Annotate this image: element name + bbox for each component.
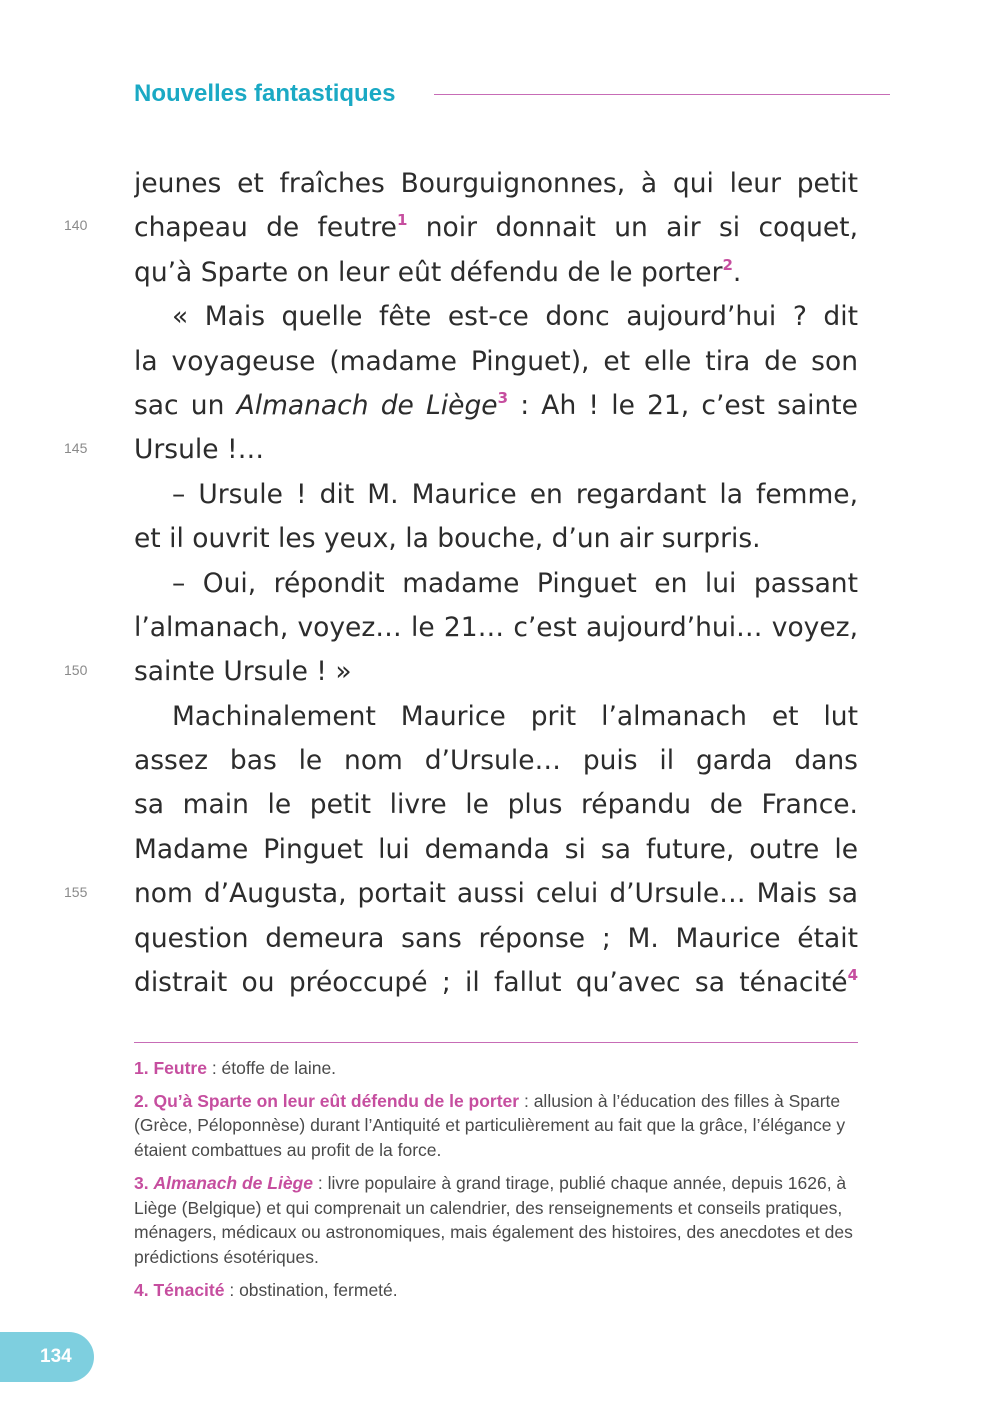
text-line: sa main le petit livre le plus répandu d… — [134, 789, 858, 821]
line-number-145: 145 — [64, 440, 88, 456]
footnote-marker: 2 — [722, 255, 733, 274]
text-line: – Oui, répondit madame Pinguet en lui pa… — [172, 567, 858, 599]
text-line: Machinalement Maurice prit l’almanach et… — [172, 700, 858, 732]
page-number-tab: 134 — [0, 1332, 94, 1382]
text-line: chapeau de feutre1 noir donnait un air s… — [134, 211, 858, 244]
text-line: l’almanach, voyez… le 21… c’est aujourd’… — [134, 611, 858, 643]
text-line: et il ouvrit les yeux, la bouche, d’un a… — [134, 523, 761, 555]
footnote-4: 4. Ténacité : obstination, fermeté. — [134, 1279, 398, 1300]
text-line: Ursule !… — [134, 434, 265, 466]
text-line: sac un Almanach de Liège3 : Ah ! le 21, … — [134, 388, 858, 421]
line-number-140: 140 — [64, 217, 88, 233]
italic-title: Almanach de Liège — [236, 389, 498, 421]
footnote-term: Qu’à Sparte on leur eût défendu de le po… — [153, 1090, 520, 1111]
footnote-marker: 1 — [396, 211, 408, 230]
text-line: qu’à Sparte on leur eût défendu de le po… — [134, 255, 742, 288]
header-rule — [434, 94, 890, 95]
footnote-2: 2. Qu’à Sparte on leur eût défendu de le… — [134, 1090, 846, 1161]
text-line: la voyageuse (madame Pinguet), et elle t… — [134, 345, 858, 377]
header-title: Nouvelles fantastiques — [134, 80, 396, 107]
line-number-150: 150 — [64, 662, 88, 678]
footnote-term: Ténacité — [153, 1279, 225, 1300]
line-number-155: 155 — [64, 884, 88, 900]
text-line: sainte Ursule ! » — [134, 656, 352, 688]
text-line: « Mais quelle fête est-ce donc aujourd’h… — [172, 301, 858, 333]
footnote-marker: 3 — [497, 388, 509, 407]
footnote-3: 3. Almanach de Liège : livre populaire à… — [134, 1172, 853, 1267]
text-line: jeunes et fraîches Bourguignonnes, à qui… — [134, 168, 858, 199]
footnote-marker: 4 — [847, 966, 858, 985]
footnotes: 1. Feutre : étoffe de laine. 2. Qu’à Spa… — [134, 1056, 862, 1310]
text-line: assez bas le nom d’Ursule… puis il garda… — [134, 745, 858, 777]
body-text: jeunes et fraîches Bourguignonnes, à qui… — [134, 162, 858, 1005]
footnote-1: 1. Feutre : étoffe de laine. — [134, 1058, 337, 1078]
text-line: – Ursule ! dit M. Maurice en regardant l… — [172, 478, 858, 510]
footnote-term: Feutre — [153, 1058, 207, 1078]
page-number: 134 — [40, 1346, 72, 1367]
footnote-term: Almanach de Liège — [153, 1172, 313, 1193]
text-line: nom d’Augusta, portait aussi celui d’Urs… — [134, 878, 858, 910]
text-line: Madame Pinguet lui demanda si sa future,… — [134, 833, 858, 865]
text-line: question demeura sans réponse ; M. Mauri… — [134, 922, 858, 954]
footnote-rule — [134, 1042, 858, 1043]
running-header: Nouvelles fantastiques — [134, 78, 890, 112]
text-line: distrait ou préoccupé ; il fallut qu’ave… — [134, 966, 858, 999]
